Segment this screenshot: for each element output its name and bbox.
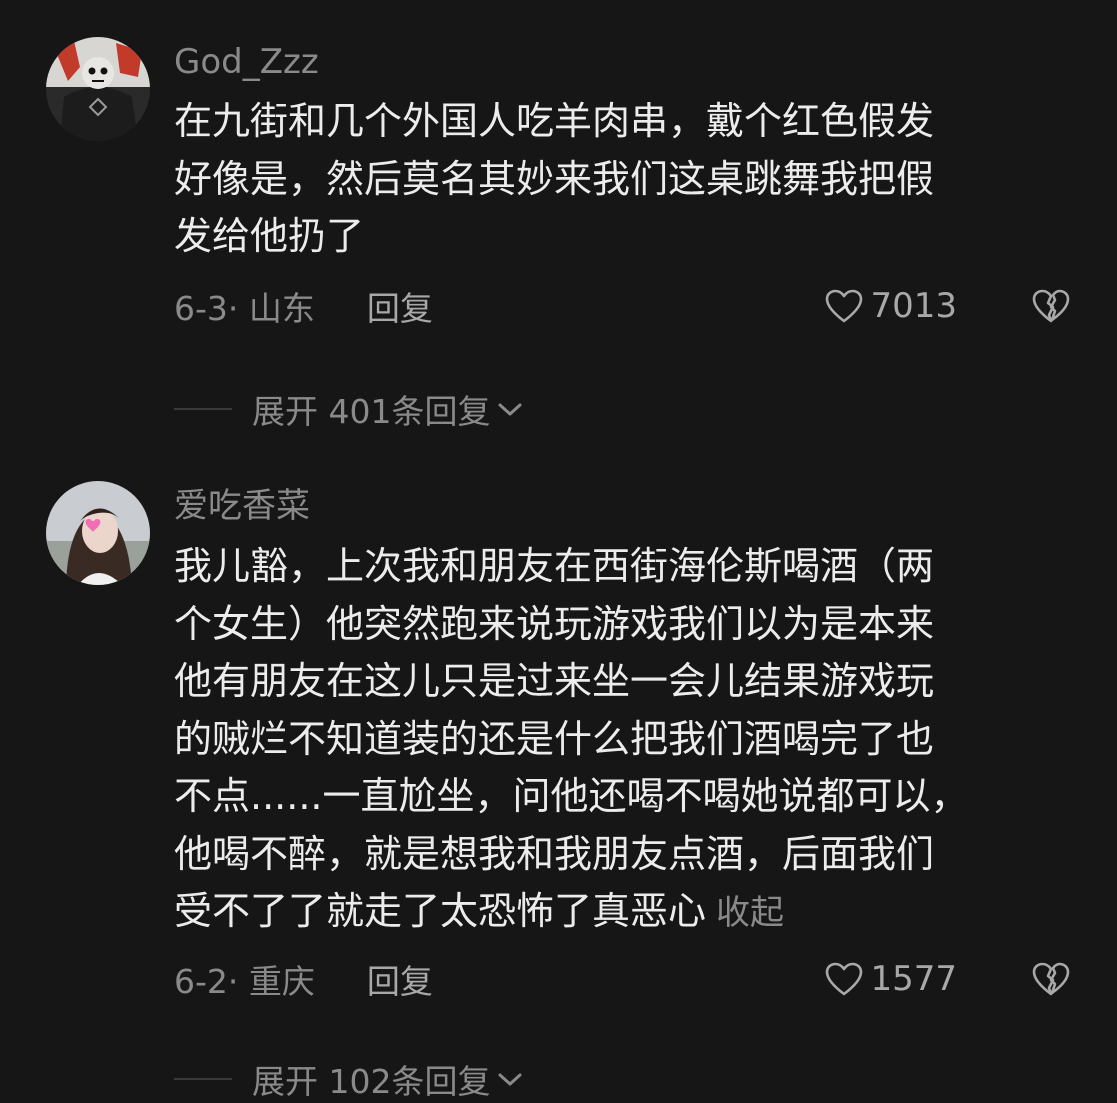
comment-text-line: 在九街和几个外国人吃羊肉串，戴个红色假发: [174, 99, 935, 143]
expand-replies-label: 展开 401条回复: [252, 392, 491, 431]
comment-text-line: 他喝不醉，就是想我和我朋友点酒，后面我们: [174, 831, 935, 876]
like-count: 1577: [870, 959, 957, 999]
username[interactable]: 爱吃香菜: [174, 486, 310, 526]
like-button[interactable]: 1577: [824, 959, 957, 999]
date-location: 6-3· 山东: [174, 289, 315, 328]
comment-text-line: 好像是，然后莫名其妙来我们这桌跳舞我把假: [174, 156, 935, 201]
comment-text-line-last: 受不了了就走了太恐怖了真恶心 收起: [174, 883, 1049, 941]
comment-text-line: 发给他扔了: [174, 214, 365, 258]
comment-text-line: 我儿豁，上次我和朋友在西街海伦斯喝酒（两: [174, 544, 935, 588]
date-location: 6-2· 重庆: [174, 962, 315, 1001]
chevron-down-icon: [496, 1069, 524, 1089]
comment-text: 我儿豁，上次我和朋友在西街海伦斯喝酒（两 个女生）他突然跑来说玩游戏我们以为是本…: [174, 538, 1049, 941]
comment-text: 在九街和几个外国人吃羊肉串，戴个红色假发 好像是，然后莫名其妙来我们这桌跳舞我把…: [174, 93, 1049, 266]
expand-replies-label: 展开 102条回复: [252, 1062, 491, 1101]
chevron-down-icon: [496, 399, 524, 419]
comment-text-line: 他有朋友在这儿只是过来坐一会儿结果游戏玩: [174, 659, 935, 703]
comment-meta: 6-2· 重庆 回复 1577: [174, 956, 1071, 1002]
reply-button[interactable]: 回复: [367, 282, 433, 330]
like-count: 7013: [870, 286, 957, 326]
dislike-button[interactable]: [1031, 288, 1071, 324]
like-button[interactable]: 7013: [824, 286, 957, 326]
expand-replies[interactable]: 展开 401条回复: [174, 386, 524, 432]
username[interactable]: God_Zzz: [174, 42, 319, 82]
comment-meta: 6-3· 山东 回复 7013: [174, 283, 1071, 329]
comment-text-segment: 受不了了就走了太恐怖了真恶心: [174, 889, 707, 933]
avatar[interactable]: [46, 481, 150, 585]
comment-text-line: 的贼烂不知道装的还是什么把我们酒喝完了也: [174, 716, 935, 761]
reply-button[interactable]: 回复: [367, 955, 433, 1003]
collapse-link[interactable]: 收起: [716, 893, 784, 933]
broken-heart-icon: [1031, 288, 1071, 324]
comment-text-line: 不点......一直尬坐，问他还喝不喝她说都可以，: [174, 774, 969, 818]
avatar[interactable]: [46, 37, 150, 141]
heart-outline-icon: [824, 961, 864, 997]
broken-heart-icon: [1031, 961, 1071, 997]
comment-text-line: 个女生）他突然跑来说玩游戏我们以为是本来: [174, 601, 935, 646]
divider: [174, 408, 232, 410]
dislike-button[interactable]: [1031, 961, 1071, 997]
heart-outline-icon: [824, 288, 864, 324]
expand-replies[interactable]: 展开 102条回复: [174, 1056, 524, 1102]
